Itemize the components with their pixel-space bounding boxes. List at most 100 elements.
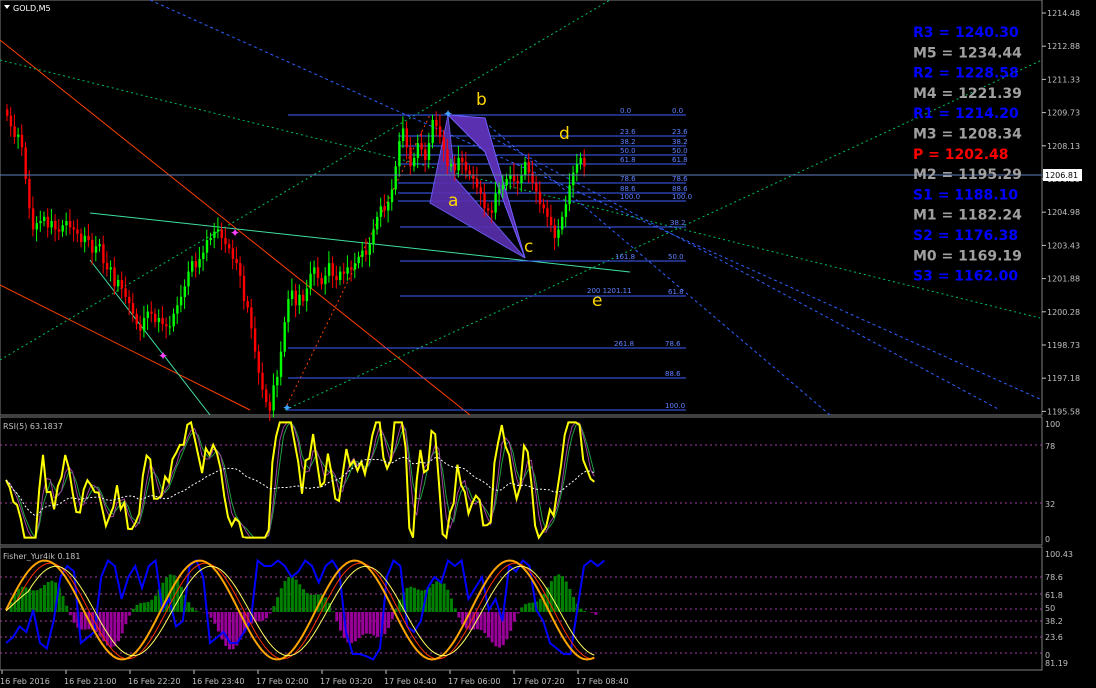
chart-canvas[interactable]: GOLD,M5 0.0 0.023.6 23.638.2 38.250.0 50.061… xyxy=(0,0,1096,688)
time-label: 17 Feb 03:20 xyxy=(320,677,372,686)
time-label: 17 Feb 02:00 xyxy=(256,677,308,686)
fisher-histogram-bar xyxy=(272,606,276,612)
pivot-label: M4 = 1221.39 xyxy=(913,86,1022,102)
fisher-histogram-bar xyxy=(124,612,128,625)
fisher-scale-label: 38.2 xyxy=(1045,617,1063,626)
candle-body xyxy=(431,119,434,144)
candle-body xyxy=(246,301,249,308)
candle-body xyxy=(87,235,90,241)
fib-label-left: 38.2 xyxy=(620,138,636,146)
candle-body xyxy=(501,185,505,190)
star-marker-icon: ✦ xyxy=(282,401,292,415)
candle-body xyxy=(438,126,442,137)
candle-body xyxy=(353,263,357,270)
candle-body xyxy=(213,231,216,238)
candle-body xyxy=(398,141,401,167)
candle-body xyxy=(94,246,98,253)
candle-body xyxy=(102,244,105,264)
candle-body xyxy=(409,147,412,167)
fisher-histogram-bar xyxy=(294,579,298,612)
candle-body xyxy=(494,193,497,213)
candle-body xyxy=(542,204,545,209)
candle-body xyxy=(520,174,523,184)
fisher-histogram-bar xyxy=(31,590,35,612)
candle-body xyxy=(583,157,586,167)
fisher-histogram-bar xyxy=(487,612,490,638)
candle-body xyxy=(202,252,205,259)
candle-body xyxy=(154,313,157,323)
svg-text:78.6: 78.6 xyxy=(665,340,681,348)
candle-body xyxy=(324,275,327,285)
fisher-histogram-bar xyxy=(24,587,28,612)
fisher-histogram-bar xyxy=(131,608,135,612)
fib-label-left: 78.6 xyxy=(620,175,636,183)
candle-body xyxy=(250,307,253,329)
candle-body xyxy=(394,166,397,190)
candle-body xyxy=(342,271,346,274)
fisher-histogram-bar xyxy=(450,598,453,612)
candle-body xyxy=(194,261,198,268)
fisher-histogram-bar xyxy=(387,612,391,629)
pivot-label: M0 = 1169.19 xyxy=(913,248,1022,264)
time-label: 17 Feb 06:00 xyxy=(448,677,500,686)
price-label: 1201.88 xyxy=(1047,275,1080,284)
candle-body xyxy=(553,225,556,238)
fisher-histogram-bar xyxy=(364,612,368,634)
fisher-label: Fisher_Yur4ik 0.181 xyxy=(3,552,80,561)
fisher-histogram-bar xyxy=(179,586,183,612)
fisher-histogram-bar xyxy=(283,581,287,612)
fisher-histogram-bar xyxy=(187,602,191,612)
time-label: 16 Feb 2016 xyxy=(0,677,50,686)
candle-body xyxy=(390,189,394,203)
candle-body xyxy=(216,229,220,232)
fisher-histogram-bar xyxy=(290,576,294,612)
candle-body xyxy=(335,275,338,281)
fisher-histogram-bar xyxy=(361,612,365,636)
candle-body xyxy=(31,208,35,230)
candle-body xyxy=(135,313,138,325)
fisher-histogram-bar xyxy=(453,608,457,612)
svg-text:61.8: 61.8 xyxy=(668,288,684,296)
candle-body xyxy=(435,119,438,127)
candle-body xyxy=(401,128,405,142)
candle-body xyxy=(305,288,309,302)
candle-body xyxy=(50,221,53,228)
candle-body xyxy=(191,261,194,272)
candle-body xyxy=(450,164,453,167)
fisher-histogram-bar xyxy=(553,576,557,612)
fisher-histogram-bar xyxy=(564,581,568,612)
candle-body xyxy=(405,128,408,148)
fisher-histogram-bar xyxy=(538,598,542,612)
candle-body xyxy=(35,223,38,230)
candle-body xyxy=(298,294,301,306)
pattern-point-c: c xyxy=(524,237,533,257)
svg-text:50.0: 50.0 xyxy=(668,253,684,261)
svg-text:261.8: 261.8 xyxy=(614,340,634,348)
time-label: 16 Feb 23:40 xyxy=(192,677,244,686)
fisher-histogram-bar xyxy=(61,595,65,612)
candle-body xyxy=(57,229,61,232)
candle-body xyxy=(142,317,146,331)
price-label: 1211.33 xyxy=(1047,75,1080,84)
candle-body xyxy=(568,185,571,205)
candle-body xyxy=(61,225,64,232)
candle-body xyxy=(475,178,479,188)
candle-body xyxy=(294,290,297,306)
candle-body xyxy=(17,134,20,137)
fisher-histogram-bar xyxy=(261,612,265,621)
fisher-histogram-bar xyxy=(150,599,154,612)
candle-body xyxy=(272,385,275,411)
fisher-histogram-bar xyxy=(80,612,83,630)
svg-text:1206.81: 1206.81 xyxy=(1045,171,1078,180)
time-axis: 16 Feb 2016 16 Feb 21:00 16 Feb 22:20 16 Fe… xyxy=(0,670,628,686)
svg-text:100.0: 100.0 xyxy=(665,402,685,410)
price-label: 1209.73 xyxy=(1047,109,1080,118)
current-price-badge: 1206.81 xyxy=(1043,169,1082,181)
pivot-label: R3 = 1240.30 xyxy=(913,25,1019,41)
fib-label-left: 0.0 xyxy=(620,107,631,115)
candle-body xyxy=(54,221,57,230)
star-marker-icon: ✦ xyxy=(158,349,168,363)
fisher-histogram-bar xyxy=(350,612,354,644)
fisher-histogram-bar xyxy=(520,607,524,612)
candle-body xyxy=(235,258,238,264)
